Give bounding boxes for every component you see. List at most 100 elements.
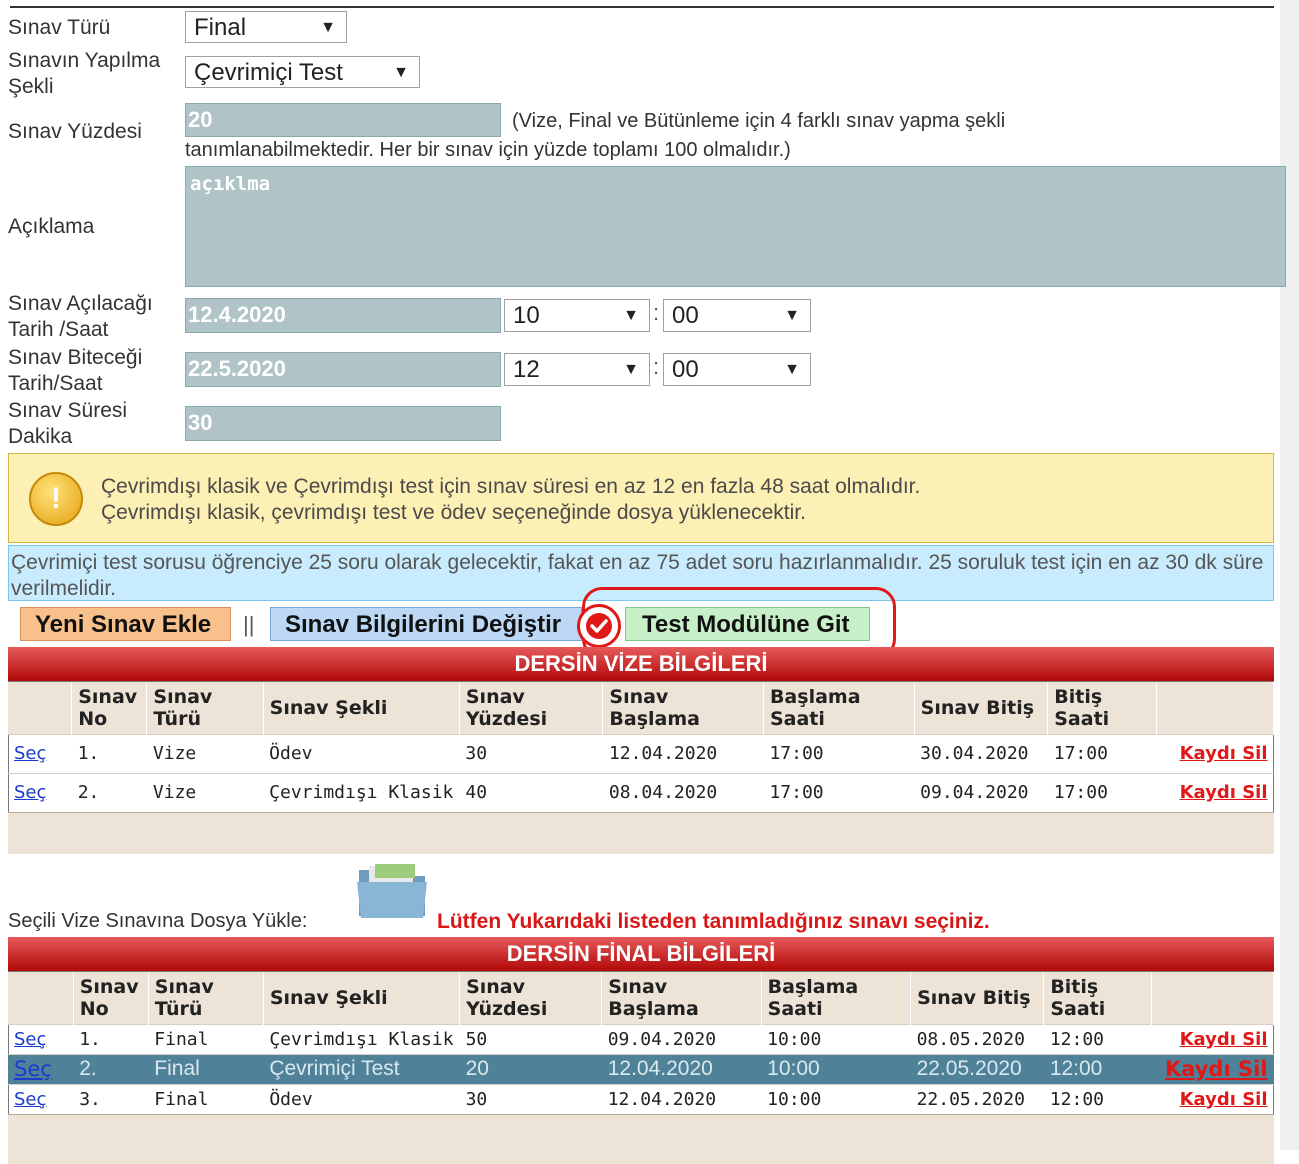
exam-percent-note-1: (Vize, Final ve Bütünleme için 4 farklı … bbox=[512, 110, 1006, 132]
top-border bbox=[10, 0, 1274, 8]
column-header bbox=[1156, 682, 1275, 734]
new-exam-button[interactable]: Yeni Sınav Ekle bbox=[20, 607, 231, 641]
cell-sec: Seç bbox=[8, 1083, 74, 1114]
exam-method-label-2: Şekli bbox=[8, 75, 54, 98]
cell-tur: Final bbox=[148, 1083, 264, 1114]
table-row: Seç 2. Vize Çevrimdışı Klasik 40 08.04.2020 17… bbox=[8, 772, 1274, 812]
cell-sil: Kaydı Sil bbox=[1151, 1023, 1274, 1054]
time-colon: : bbox=[653, 354, 660, 379]
cell-sekil: Çevrimdışı Klasik bbox=[263, 772, 460, 812]
cell-sekil: Ödev bbox=[263, 1083, 460, 1114]
cell-no: 2. bbox=[73, 1053, 149, 1084]
start-label-2: Tarih /Saat bbox=[8, 318, 109, 341]
chevron-down-icon: ▼ bbox=[623, 307, 639, 324]
select-link[interactable]: Seç bbox=[14, 1089, 46, 1110]
select-link[interactable]: Seç bbox=[14, 743, 46, 764]
cell-tur: Final bbox=[148, 1053, 264, 1084]
change-exam-info-button[interactable]: Sınav Bilgilerini Değiştir bbox=[270, 607, 582, 641]
time-colon: : bbox=[653, 300, 660, 325]
table-footer bbox=[8, 1113, 1274, 1164]
start-minute-value: 00 bbox=[672, 302, 699, 329]
cell-baslama: 12.04.2020 bbox=[601, 1083, 762, 1114]
select-link[interactable]: Seç bbox=[14, 1029, 46, 1050]
vize-section-header: DERSİN VİZE BİLGİLERİ bbox=[8, 647, 1274, 681]
exam-method-value: Çevrimiçi Test bbox=[194, 59, 343, 86]
column-header: Sınav Başlama bbox=[601, 972, 762, 1024]
cell-bsaat: 10:00 bbox=[761, 1083, 911, 1114]
exam-percent-label: Sınav Yüzdesi bbox=[8, 120, 142, 143]
cell-bitsaat: 12:00 bbox=[1043, 1053, 1152, 1084]
exam-method-label-1: Sınavın Yapılma bbox=[8, 49, 161, 72]
start-hour-select[interactable]: 10 ▼ bbox=[504, 299, 650, 332]
cell-sekil: Ödev bbox=[263, 733, 460, 773]
end-hour-value: 12 bbox=[513, 356, 540, 383]
column-header: Sınav Şekli bbox=[263, 682, 460, 734]
end-date-input[interactable]: 22.5.2020 bbox=[185, 352, 501, 387]
select-link[interactable]: Seç bbox=[14, 782, 46, 803]
column-header: Sınav Başlama bbox=[602, 682, 764, 734]
cell-bitis: 09.04.2020 bbox=[914, 772, 1048, 812]
cell-sec: Seç bbox=[8, 1053, 74, 1084]
vize-header-row: Sınav No Sınav Türü Sınav Şekli Sınav Yüzde… bbox=[8, 682, 1275, 734]
cell-sil: Kaydı Sil bbox=[1156, 772, 1274, 812]
cell-baslama: 12.04.2020 bbox=[602, 733, 764, 773]
table-footer-cell bbox=[8, 811, 1274, 854]
cell-yuzde: 50 bbox=[459, 1023, 602, 1054]
column-header bbox=[8, 972, 74, 1024]
description-textarea[interactable]: açıklma bbox=[185, 166, 1286, 287]
cell-baslama: 12.04.2020 bbox=[601, 1053, 762, 1084]
description-label: Açıklama bbox=[8, 215, 95, 238]
end-minute-select[interactable]: 00 ▼ bbox=[663, 353, 811, 386]
exam-percent-input[interactable]: 20 bbox=[185, 103, 501, 137]
delete-record-link[interactable]: Kaydı Sil bbox=[1180, 782, 1268, 803]
column-header: Başlama Saati bbox=[763, 682, 915, 734]
end-hour-select[interactable]: 12 ▼ bbox=[504, 353, 650, 386]
cell-tur: Final bbox=[148, 1023, 264, 1054]
cell-sekil: Çevrimiçi Test bbox=[263, 1053, 460, 1084]
table-footer bbox=[8, 811, 1274, 854]
delete-record-link[interactable]: Kaydı Sil bbox=[1180, 743, 1268, 764]
end-label-2: Tarih/Saat bbox=[8, 372, 103, 395]
folder-icon[interactable] bbox=[355, 862, 429, 920]
exam-method-select[interactable]: Çevrimiçi Test ▼ bbox=[185, 56, 420, 88]
cell-bitis: 30.04.2020 bbox=[914, 733, 1048, 773]
column-header: Sınav Bitiş bbox=[914, 682, 1049, 734]
cell-bitsaat: 17:00 bbox=[1047, 772, 1157, 812]
cell-sec: Seç bbox=[8, 772, 72, 812]
cell-sil: Kaydı Sil bbox=[1151, 1083, 1274, 1114]
column-header: Sınav Şekli bbox=[263, 972, 461, 1024]
cell-yuzde: 30 bbox=[459, 733, 603, 773]
cell-bsaat: 17:00 bbox=[763, 733, 915, 773]
table-row: Seç 2. Final Çevrimiçi Test 20 12.04.2020 10:0… bbox=[8, 1053, 1274, 1084]
start-date-input[interactable]: 12.4.2020 bbox=[185, 298, 501, 333]
column-header: Başlama Saati bbox=[761, 972, 912, 1024]
delete-record-link[interactable]: Kaydı Sil bbox=[1180, 1089, 1268, 1110]
cell-yuzde: 40 bbox=[459, 772, 603, 812]
exam-type-label: Sınav Türü bbox=[8, 16, 111, 39]
upload-message: Lütfen Yukarıdaki listeden tanımladığını… bbox=[437, 910, 990, 933]
column-header: Bitiş Saati bbox=[1043, 972, 1152, 1024]
cell-sekil: Çevrimdışı Klasik bbox=[263, 1023, 460, 1054]
cell-bitis: 08.05.2020 bbox=[910, 1023, 1044, 1054]
cell-tur: Vize bbox=[146, 733, 264, 773]
start-minute-select[interactable]: 00 ▼ bbox=[663, 299, 811, 332]
exam-percent-note-2: tanımlanabilmektedir. Her bir sınav için… bbox=[185, 139, 791, 161]
warning-line-2: Çevrimdışı klasik, çevrimdışı test ve öd… bbox=[101, 501, 806, 524]
vize-table: Sınav No Sınav Türü Sınav Şekli Sınav Yüzde… bbox=[8, 682, 1275, 854]
chevron-down-icon: ▼ bbox=[320, 19, 336, 36]
delete-record-link[interactable]: Kaydı Sil bbox=[1165, 1057, 1268, 1081]
column-header bbox=[8, 682, 73, 734]
warning-line-1: Çevrimdışı klasik ve Çevrimdışı test içi… bbox=[101, 475, 921, 498]
exam-type-select[interactable]: Final ▼ bbox=[185, 11, 347, 43]
column-header: Sınav No bbox=[73, 972, 149, 1024]
duration-label-2: Dakika bbox=[8, 425, 73, 448]
cell-sil: Kaydı Sil bbox=[1151, 1053, 1274, 1084]
cell-bitsaat: 12:00 bbox=[1043, 1083, 1152, 1114]
duration-input[interactable]: 30 bbox=[185, 406, 501, 441]
delete-record-link[interactable]: Kaydı Sil bbox=[1180, 1029, 1268, 1050]
table-row: Seç 1. Vize Ödev 30 12.04.2020 17:00 30.04.2020… bbox=[8, 733, 1274, 773]
cell-tur: Vize bbox=[146, 772, 264, 812]
cell-baslama: 08.04.2020 bbox=[602, 772, 764, 812]
duration-label-1: Sınav Süresi bbox=[8, 399, 128, 422]
select-link[interactable]: Seç bbox=[14, 1057, 52, 1081]
